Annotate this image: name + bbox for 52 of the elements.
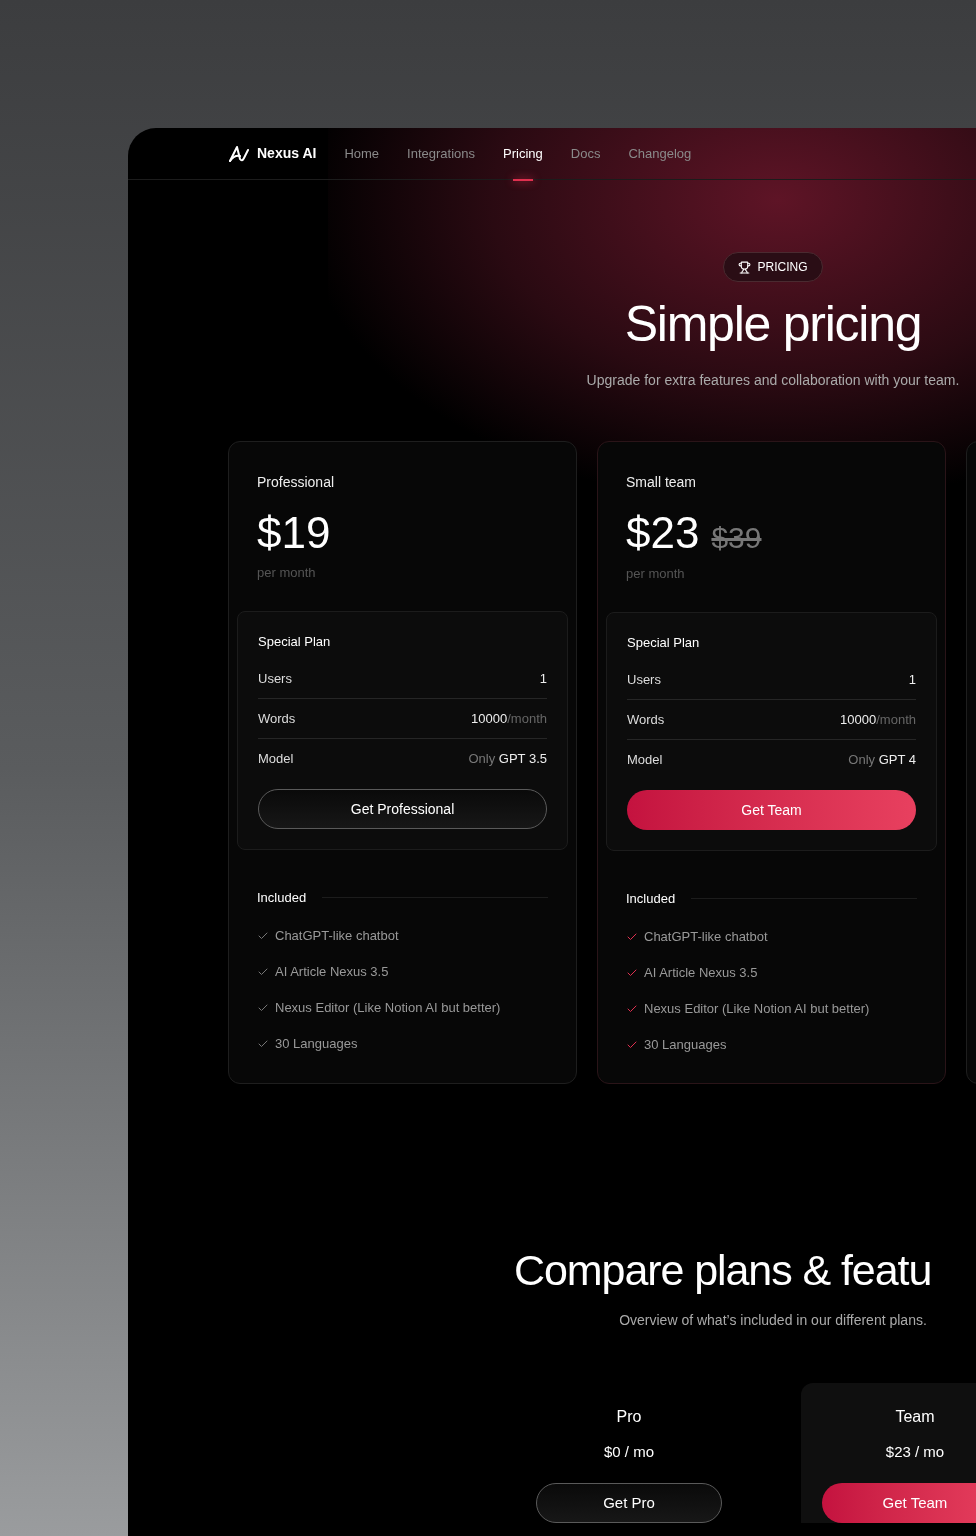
row-value: 10000/month [840,710,916,729]
plan-name: Team [895,1406,935,1427]
section-title: Compare plans & featu [514,1244,933,1296]
row-label: Model [627,751,663,770]
row-label: Model [258,750,294,769]
nav-link[interactable]: Integrations [407,128,475,180]
feature-text: ChatGPT-like chatbot [275,926,399,945]
row-value: Only GPT 3.5 [468,750,547,769]
section-label: Included [626,890,676,908]
logo-icon [229,144,249,163]
price-period: per month [626,565,686,583]
row-value: 10000/month [471,709,547,728]
plan-price: $19 [257,507,331,559]
plan-price: $23 / mo [885,1441,945,1462]
old-price: $39 [711,520,762,556]
feature-text: 30 Languages [644,1035,727,1054]
feature-text: Nexus Editor (Like Notion AI but better) [644,999,870,1018]
row-value: Only GPT 4 [848,751,916,770]
nav-link[interactable]: Pricing [503,128,543,180]
plan-button[interactable]: Get Pro [536,1483,722,1523]
row-label: Words [627,710,665,729]
nav-link[interactable]: Docs [570,128,601,180]
trophy-icon [738,260,752,274]
nav-link[interactable]: Changelog [628,128,692,180]
brand-name: Nexus AI [257,144,317,163]
page-title: Simple pricing [624,295,922,354]
panel-title: Special Plan [258,632,332,651]
section-label: Included [257,889,307,907]
plan-button[interactable]: Get Team [627,790,916,830]
badge-text: PRICING [757,259,808,276]
row-value: 1 [908,670,916,689]
row-value: 1 [539,669,547,688]
feature-text: 30 Languages [275,1034,358,1053]
page-subtitle: Upgrade for extra features and collaboration with your team. [586,371,960,390]
plan-price: $23 [626,507,700,559]
feature-text: AI Article Nexus 3.5 [644,963,758,982]
plan-button[interactable]: Get Team [822,1483,976,1523]
feature-text: AI Article Nexus 3.5 [275,962,389,981]
plan-name: Small team [626,473,698,492]
plan-name: Professional [257,473,336,492]
feature-text: Nexus Editor (Like Notion AI but better) [275,998,501,1017]
panel-title: Special Plan [627,633,701,652]
feature-text: ChatGPT-like chatbot [644,927,768,946]
plan-price: $0 / mo [604,1441,654,1462]
plan-name: Pro [616,1406,642,1427]
section-subtitle: Overview of what’s included in our different plans. [618,1310,928,1330]
price-period: per month [257,564,317,582]
plan-button[interactable]: Get Professional [258,789,547,829]
nav-link[interactable]: Home [344,128,380,180]
row-label: Users [627,670,661,689]
row-label: Words [258,709,296,728]
row-label: Users [258,669,292,688]
